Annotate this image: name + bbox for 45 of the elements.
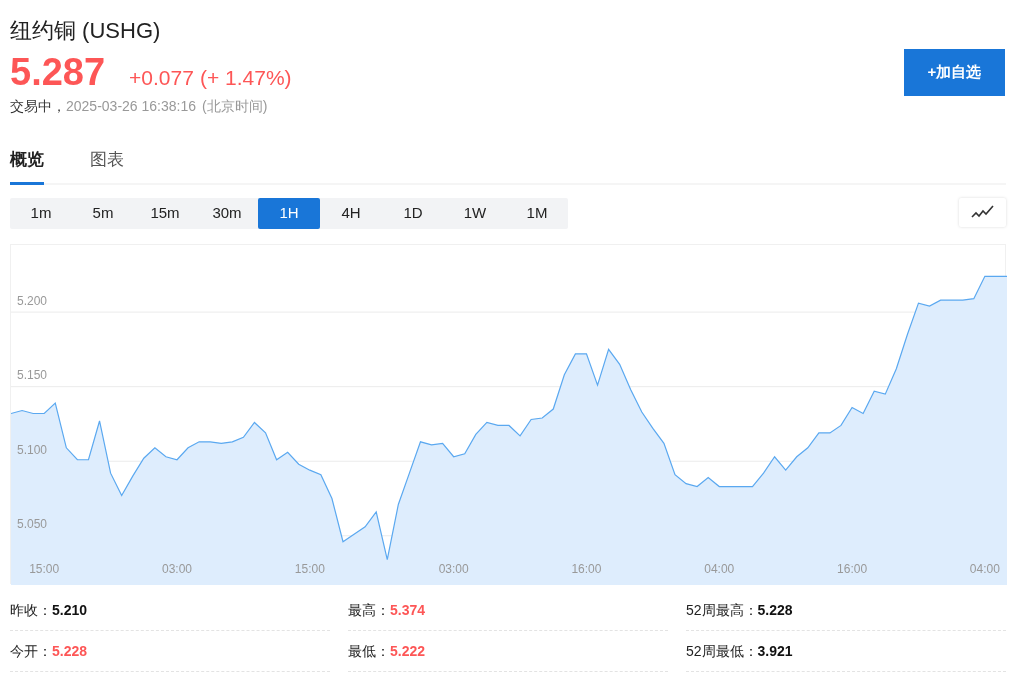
x-axis-label: 15:00 xyxy=(294,562,325,575)
stat-label: 52周最低： xyxy=(686,641,758,661)
stat-value: 5.374 xyxy=(390,600,426,620)
x-axis-label: 03:00 xyxy=(162,562,192,575)
stat-label: 今开： xyxy=(10,641,52,661)
x-axis-label: 04:00 xyxy=(969,562,1000,575)
chart-type-button[interactable] xyxy=(959,197,1006,227)
stat-label: 52周最高： xyxy=(686,600,758,620)
stat-label: 最高： xyxy=(348,600,390,620)
line-chart-icon xyxy=(970,205,995,219)
x-axis-label: 16:00 xyxy=(837,562,868,575)
y-axis-label: 5.050 xyxy=(17,518,48,531)
y-axis-label: 5.100 xyxy=(17,443,48,456)
period-tab[interactable]: 1m xyxy=(10,197,72,229)
period-tab[interactable]: 5m xyxy=(72,197,134,229)
period-tab[interactable]: 1D xyxy=(382,197,444,229)
period-tab[interactable]: 1W xyxy=(444,197,506,229)
period-tab[interactable]: 30m xyxy=(196,197,258,229)
x-axis-label: 16:00 xyxy=(571,562,602,575)
period-tab[interactable]: 15m xyxy=(134,197,196,229)
tab[interactable]: 图表 xyxy=(90,147,124,185)
trading-status: 交易中， xyxy=(10,97,66,116)
y-axis-label: 5.200 xyxy=(17,294,48,307)
stat-value: 3.921 xyxy=(757,641,793,661)
x-axis-label: 15:00 xyxy=(29,562,60,575)
price: 5.287 xyxy=(10,50,106,94)
stat-value: 5.228 xyxy=(757,600,793,620)
tab[interactable]: 概览 xyxy=(10,147,44,185)
period-tab[interactable]: 4H xyxy=(320,197,382,229)
stat-value: 5.210 xyxy=(52,600,88,620)
change-percent: (+ 1.47%) xyxy=(199,65,292,91)
y-axis-label: 5.150 xyxy=(17,369,48,382)
page-title: 纽约铜 (USHG) xyxy=(10,17,162,45)
add-watchlist-button[interactable]: +加自选 xyxy=(904,49,1005,96)
stat-value: 5.222 xyxy=(390,641,426,661)
stat-value: 5.228 xyxy=(52,641,88,661)
stat-label: 最低： xyxy=(348,641,390,661)
x-axis-label: 04:00 xyxy=(704,562,735,575)
price-change: +0.077 xyxy=(129,65,194,91)
period-tab[interactable]: 1M xyxy=(506,197,568,229)
timestamp: 2025-03-26 16:38:16 xyxy=(66,97,196,116)
stat-label: 昨收： xyxy=(10,600,52,620)
period-tab[interactable]: 1H xyxy=(258,197,320,229)
timezone: (北京时间) xyxy=(202,97,268,116)
x-axis-label: 03:00 xyxy=(438,562,469,575)
